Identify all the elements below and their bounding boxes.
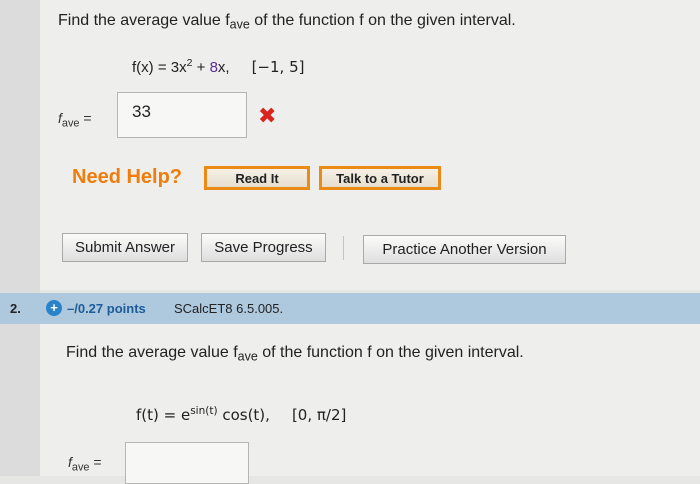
talk-to-tutor-button[interactable]: Talk to a Tutor (319, 166, 441, 190)
function-plus: + (192, 59, 210, 76)
practice-another-version-button[interactable]: Practice Another Version (363, 235, 566, 264)
answer-label-sub: ave (71, 461, 90, 474)
button-divider (343, 236, 344, 260)
function-variable: x, (217, 59, 230, 76)
need-help-title: Need Help? (72, 166, 183, 188)
answer-label-sub: ave (61, 117, 80, 130)
question-1-panel: Find the average value fave of the funct… (40, 0, 700, 290)
points-value: –/0.27 points (67, 301, 146, 316)
save-progress-button[interactable]: Save Progress (201, 233, 326, 262)
prompt-subscript: ave (229, 17, 250, 32)
prompt-text: Find the average value f (66, 344, 238, 361)
plus-circle-icon[interactable]: + (46, 300, 62, 316)
question-source: SCalcET8 6.5.005. (174, 301, 284, 316)
function-lhs: f(x) = 3x (132, 59, 187, 76)
wrong-x-icon: ✖ (258, 103, 277, 128)
left-gutter (0, 0, 40, 476)
prompt-subscript: ave (237, 349, 258, 364)
function-interval: [−1, 5] (251, 58, 305, 76)
answer-label-eq: = (79, 110, 92, 126)
function-lhs: f(t) = e (136, 406, 191, 424)
question-1-prompt: Find the average value fave of the funct… (58, 12, 516, 32)
question-1-function: f(x) = 3x2 + 8x, [−1, 5] (132, 58, 304, 76)
function-interval: [0, π/2] (291, 406, 347, 424)
answer-input[interactable]: 33 (117, 92, 247, 138)
question-2-prompt: Find the average value fave of the funct… (66, 344, 524, 364)
answer-label-eq: = (89, 454, 102, 470)
read-it-button[interactable]: Read It (204, 166, 310, 190)
function-rest: cos(t), (217, 406, 270, 424)
function-coefficient: 8 (209, 59, 218, 76)
question-2-header: 2. + –/0.27 points SCalcET8 6.5.005. (0, 293, 700, 324)
question-2-panel: Find the average value fave of the funct… (40, 324, 700, 484)
question-2-function: f(t) = esin(t) cos(t), [0, π/2] (136, 406, 346, 424)
prompt-text-end: of the function f on the given interval. (249, 12, 516, 29)
prompt-text-end: of the function f on the given interval. (257, 344, 524, 361)
submit-answer-button[interactable]: Submit Answer (62, 233, 188, 262)
answer-label: fave = (58, 110, 92, 130)
function-exponent: sin(t) (190, 405, 218, 418)
question-number: 2. (10, 301, 21, 316)
answer-label: fave = (68, 454, 102, 474)
answer-input[interactable] (125, 442, 249, 484)
prompt-text: Find the average value f (58, 12, 230, 29)
